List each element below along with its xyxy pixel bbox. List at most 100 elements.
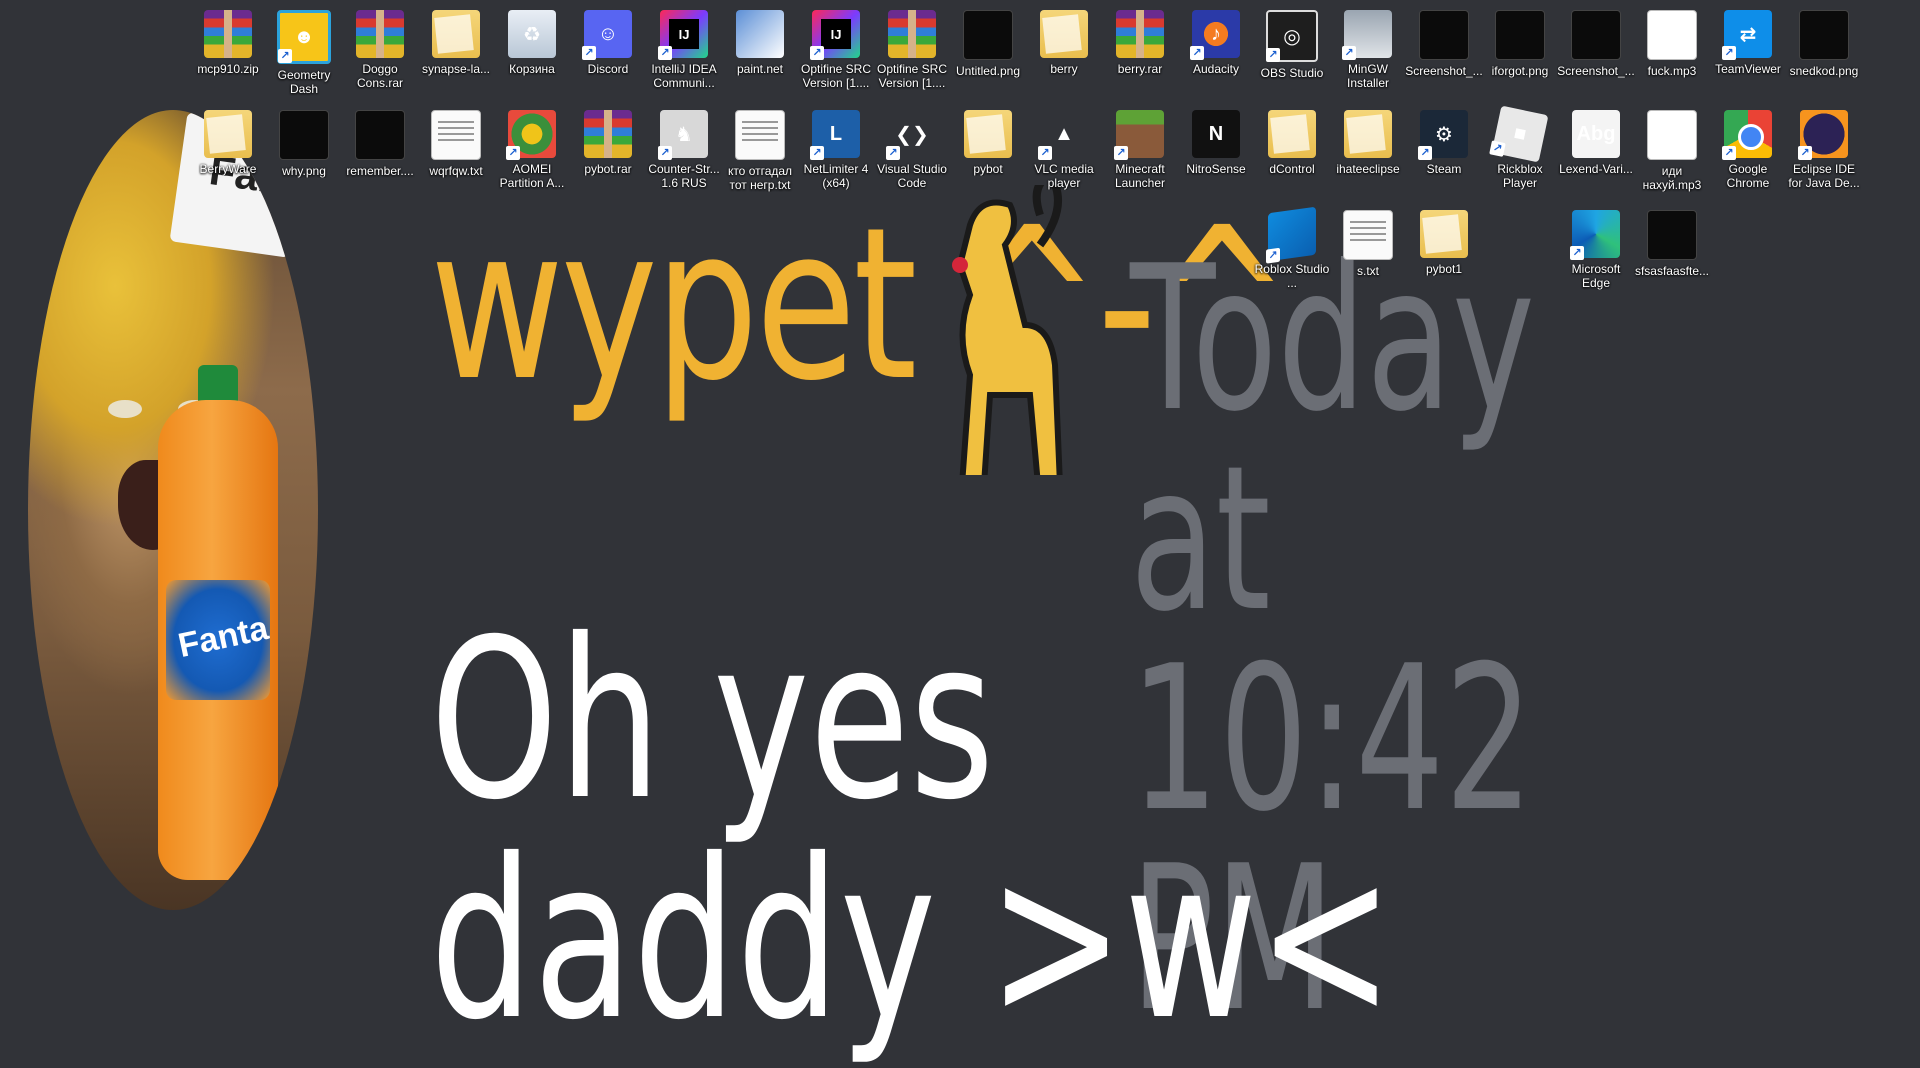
desktop-icon-label: Eclipse IDE for Java De... <box>1788 162 1860 190</box>
desktop-icon[interactable]: IJOptifine SRC Version [1.... <box>799 4 873 100</box>
folder-icon <box>964 110 1012 158</box>
mingw-icon <box>1342 10 1392 60</box>
desktop-icon[interactable]: ♫ иди нахуй.mp3 <box>1635 104 1709 200</box>
desktop-icon-label: AOMEI Partition A... <box>499 162 565 190</box>
desktop-icon[interactable]: Minecraft Launcher <box>1103 104 1177 200</box>
image-icon <box>1647 210 1697 260</box>
winrar-icon <box>356 10 404 58</box>
desktop-icon[interactable]: iforgot.png <box>1483 4 1557 100</box>
desktop-icon-label: Optifine SRC Version [1.... <box>876 62 948 90</box>
desktop-icon-label: pybot <box>973 162 1003 176</box>
desktop-icon[interactable]: ♫ fuck.mp3 <box>1635 4 1709 100</box>
desktop-icon[interactable]: LNetLimiter 4 (x64) <box>799 104 873 200</box>
desktop-icon[interactable]: ❮❯Visual Studio Code <box>875 104 949 200</box>
text-file-icon <box>1343 210 1393 260</box>
desktop-icon[interactable]: Microsoft Edge <box>1559 204 1633 300</box>
desktop-icon[interactable]: ♻ Корзина <box>495 4 569 100</box>
audacity-icon: ♪ <box>1190 10 1240 60</box>
image-icon <box>355 110 405 160</box>
desktop-icon[interactable]: snedkod.png <box>1787 4 1861 100</box>
geometry-dash-icon: ☻ <box>277 10 331 64</box>
desktop-icon[interactable]: Google Chrome <box>1711 104 1785 200</box>
desktop-icon[interactable]: sfsasfaasfte... <box>1635 204 1709 300</box>
desktop-icon-label: paint.net <box>736 62 784 76</box>
desktop-icon-label: Корзина <box>509 62 555 76</box>
desktop-icon[interactable]: ▲VLC media player <box>1027 104 1101 200</box>
folder-icon <box>432 10 480 58</box>
desktop-icon-label: berry <box>1050 62 1078 76</box>
desktop-icon[interactable]: ◎ OBS Studio <box>1255 4 1329 100</box>
desktop-icon-label: remember.... <box>346 164 414 178</box>
desktop-icon-label: Counter-Str... 1.6 RUS <box>648 162 720 190</box>
desktop-icon-label: Roblox Studio ... <box>1254 262 1330 290</box>
desktop-icon[interactable]: pybot <box>951 104 1025 200</box>
image-icon <box>1419 10 1469 60</box>
aomei-icon <box>506 110 556 160</box>
folder-icon <box>1268 110 1316 158</box>
desktop-icon[interactable]: synapse-la... <box>419 4 493 100</box>
desktop-icon[interactable]: remember.... <box>343 104 417 200</box>
image-icon <box>279 110 329 160</box>
desktop-icon[interactable]: berry <box>1027 4 1101 100</box>
avatar: Fan Fanta <box>28 110 318 910</box>
desktop-icon[interactable]: ☺ Discord <box>571 4 645 100</box>
desktop-icon[interactable]: ⚙ Steam <box>1407 104 1481 200</box>
recycle-bin-icon: ♻ <box>508 10 556 58</box>
folder-icon <box>1420 210 1468 258</box>
desktop-icon-label: synapse-la... <box>421 62 491 76</box>
folder-icon <box>1344 110 1392 158</box>
desktop-icon[interactable]: кто отгадал тот негр.txt <box>723 104 797 200</box>
desktop-icon[interactable]: berry.rar <box>1103 4 1177 100</box>
desktop-icon[interactable]: Untitled.png <box>951 4 1025 100</box>
desktop-icon[interactable]: ♪ Audacity <box>1179 4 1253 100</box>
desktop-icon-label: NitroSense <box>1186 162 1246 176</box>
teamviewer-icon: ⇄ <box>1722 10 1772 60</box>
desktop-icon-label: Visual Studio Code <box>877 162 947 190</box>
desktop-icon[interactable]: Abg Lexend-Vari... <box>1559 104 1633 200</box>
folder-icon <box>204 110 252 158</box>
desktop-icon-label: Microsoft Edge <box>1571 262 1621 290</box>
audio-file-icon: ♫ <box>1647 110 1697 160</box>
desktop-icon-label: Google Chrome <box>1726 162 1770 190</box>
desktop-icon[interactable]: ♞Counter-Str... 1.6 RUS <box>647 104 721 200</box>
desktop-icon[interactable]: paint.net <box>723 4 797 100</box>
desktop-icon[interactable]: Screenshot_... <box>1405 4 1483 100</box>
desktop-icon-label: Lexend-Vari... <box>1559 162 1633 176</box>
desktop-icon[interactable]: Screenshot_... <box>1557 4 1635 100</box>
desktop-icon[interactable]: Doggo Cons.rar <box>343 4 417 100</box>
desktop-icon-label: Screenshot_... <box>1557 64 1635 78</box>
desktop-icon[interactable]: ⇄ TeamViewer <box>1711 4 1785 100</box>
desktop-icon-label: VLC media player <box>1034 162 1094 190</box>
desktop-icon-label: s.txt <box>1356 264 1379 278</box>
desktop-icon[interactable]: ☻ Geometry Dash <box>267 4 341 100</box>
desktop-icon[interactable]: AOMEI Partition A... <box>495 104 569 200</box>
desktop-icon[interactable]: Optifine SRC Version [1.... <box>875 4 949 100</box>
desktop-icon[interactable]: Eclipse IDE for Java De... <box>1787 104 1861 200</box>
desktop-icon[interactable]: wqrfqw.txt <box>419 104 493 200</box>
desktop-icon-label: snedkod.png <box>1789 64 1859 78</box>
roblox-studio-icon <box>1268 206 1316 262</box>
desktop-icon[interactable]: ihateeclipse <box>1331 104 1405 200</box>
desktop-icon[interactable]: ■Rickblox Player <box>1483 104 1557 200</box>
desktop-icon[interactable]: why.png <box>267 104 341 200</box>
avatar-eye <box>108 400 142 418</box>
desktop-icon-label: NetLimiter 4 (x64) <box>803 162 869 190</box>
desktop-icon[interactable]: pybot.rar <box>571 104 645 200</box>
desktop-icon[interactable]: mcp910.zip <box>191 4 265 100</box>
desktop-icon-label: MinGW Installer <box>1346 62 1390 90</box>
dog-icon <box>952 185 1063 475</box>
desktop-icon[interactable]: s.txt <box>1331 204 1405 300</box>
winrar-icon <box>204 10 252 58</box>
desktop-icon[interactable]: BerryWare <box>191 104 265 200</box>
desktop-icon-label: sfsasfaasfte... <box>1634 264 1710 278</box>
winrar-icon <box>888 10 936 58</box>
desktop-icon[interactable]: IJIntelliJ IDEA Communi... <box>647 4 721 100</box>
desktop-icon[interactable]: MinGW Installer <box>1331 4 1405 100</box>
desktop-icon[interactable]: dControl <box>1255 104 1329 200</box>
intellij-icon: IJ <box>658 10 708 60</box>
text-file-icon <box>431 110 481 160</box>
desktop-icon[interactable]: Roblox Studio ... <box>1255 204 1329 300</box>
desktop-icon[interactable]: pybot1 <box>1407 204 1481 300</box>
audio-file-icon: ♫ <box>1647 10 1697 60</box>
desktop-icon[interactable]: N NitroSense <box>1179 104 1253 200</box>
